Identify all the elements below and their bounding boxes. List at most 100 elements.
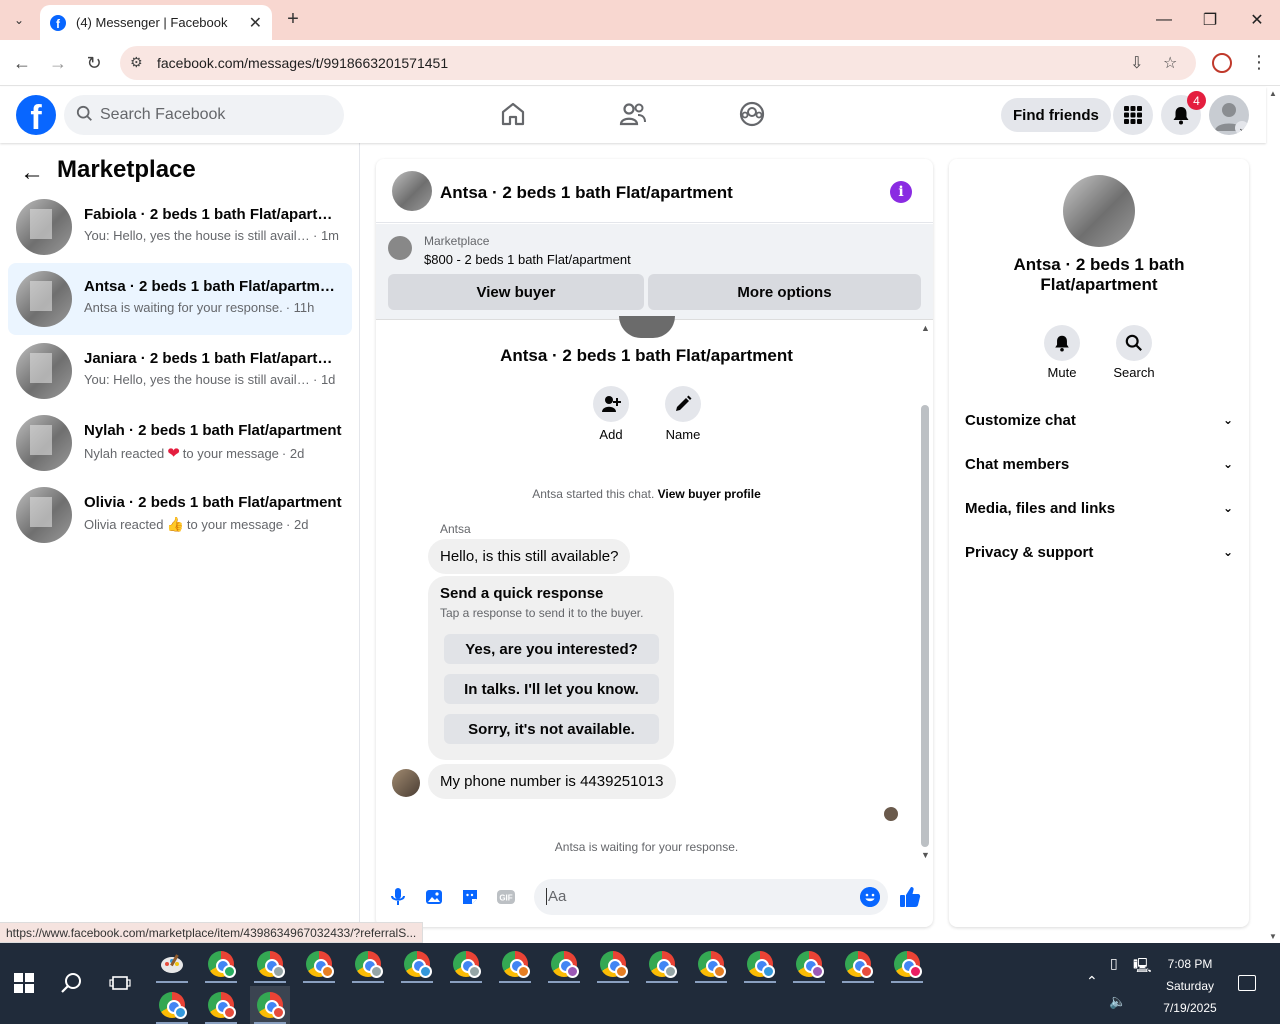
taskbar-app-chrome[interactable] — [397, 945, 437, 983]
taskbar-app-chrome[interactable] — [348, 945, 388, 983]
chat-header-avatar[interactable] — [392, 171, 432, 211]
media-files-links-row[interactable]: Media, files and links ⌄ — [965, 488, 1233, 528]
facebook-search-input[interactable]: Search Facebook — [64, 95, 344, 135]
sticker-icon[interactable] — [460, 887, 480, 907]
sidebar-title: Marketplace — [57, 156, 196, 183]
mute-button[interactable] — [1044, 325, 1080, 361]
browser-profile-icon[interactable] — [1212, 53, 1232, 73]
emoji-icon[interactable] — [860, 887, 880, 907]
tab-close-icon[interactable]: ✕ — [249, 13, 262, 33]
more-options-button[interactable]: More options — [648, 274, 921, 310]
scroll-up-icon[interactable]: ▲ — [1269, 89, 1277, 98]
taskbar-app-chrome[interactable] — [299, 945, 339, 983]
chat-header: Antsa · 2 beds 1 bath Flat/apartment i — [376, 159, 933, 223]
back-arrow-icon[interactable]: ← — [20, 159, 44, 187]
conversation-item-janiara[interactable]: Janiara · 2 beds 1 bath Flat/apartm... Y… — [8, 335, 352, 407]
taskbar-app-chrome[interactable] — [642, 945, 682, 983]
gif-icon[interactable]: GIF — [496, 887, 516, 907]
bookmark-star-icon[interactable]: ☆ — [1163, 53, 1177, 73]
network-icon[interactable]: 🖳 — [1133, 955, 1152, 979]
scroll-down-icon[interactable]: ▼ — [921, 850, 930, 860]
browser-menu-icon[interactable]: ⋮ — [1250, 52, 1268, 73]
like-thumbs-up-icon[interactable] — [898, 885, 922, 909]
scrollbar-thumb[interactable] — [921, 405, 929, 847]
taskbar-app-chrome[interactable] — [740, 945, 780, 983]
chat-scrollbar[interactable]: ▲ ▼ — [917, 320, 933, 860]
tray-device-icon[interactable]: ▯ — [1110, 955, 1118, 972]
name-button[interactable] — [665, 386, 701, 422]
action-center-icon[interactable] — [1238, 975, 1256, 991]
chat-members-row[interactable]: Chat members ⌄ — [965, 444, 1233, 484]
forward-icon[interactable]: → — [46, 51, 70, 75]
search-conversation-button[interactable] — [1116, 325, 1152, 361]
taskbar-app-chrome[interactable] — [544, 945, 584, 983]
chat-header-title[interactable]: Antsa · 2 beds 1 bath Flat/apartment — [440, 183, 733, 203]
taskbar-app-paint[interactable] — [152, 945, 192, 983]
new-tab-icon[interactable]: + — [282, 8, 304, 30]
conversation-item-fabiola[interactable]: Fabiola · 2 beds 1 bath Flat/apartm... Y… — [8, 191, 352, 263]
info-icon[interactable]: i — [890, 181, 912, 203]
system-clock[interactable]: 7:08 PM Saturday 7/19/2025 — [1150, 953, 1230, 1019]
scroll-up-icon[interactable]: ▲ — [921, 323, 930, 333]
taskbar-app-chrome-active[interactable] — [250, 986, 290, 1024]
page-scrollbar[interactable]: ▲ ▼ — [1266, 87, 1280, 943]
taskbar-app-chrome[interactable] — [446, 945, 486, 983]
view-buyer-button[interactable]: View buyer — [388, 274, 644, 310]
profile-badge-icon — [517, 965, 530, 978]
facebook-logo-icon[interactable]: f — [16, 95, 56, 135]
friends-icon[interactable] — [618, 99, 648, 129]
address-bar[interactable]: ⚙ facebook.com/messages/t/99186632015714… — [120, 46, 1196, 80]
quick-response-button[interactable]: Yes, are you interested? — [444, 634, 659, 664]
account-avatar[interactable]: ⌄ — [1209, 95, 1249, 135]
minimize-icon[interactable]: — — [1152, 8, 1176, 32]
snippet-text: You: Hello, yes the house is still avail… — [84, 228, 310, 243]
privacy-support-row[interactable]: Privacy & support ⌄ — [965, 532, 1233, 572]
customize-chat-row[interactable]: Customize chat ⌄ — [965, 400, 1233, 440]
taskbar-app-chrome[interactable] — [838, 945, 878, 983]
taskbar-app-chrome[interactable] — [495, 945, 535, 983]
site-settings-icon[interactable]: ⚙ — [130, 54, 143, 71]
listing-title[interactable]: $800 - 2 beds 1 bath Flat/apartment — [424, 252, 631, 267]
app-running-indicator — [254, 981, 286, 983]
taskbar-app-chrome[interactable] — [201, 945, 241, 983]
close-window-icon[interactable]: ✕ — [1245, 8, 1269, 32]
reload-icon[interactable]: ↻ — [82, 51, 106, 75]
profile-badge-icon — [566, 965, 579, 978]
tray-overflow-chevron-icon[interactable]: ⌃ — [1086, 973, 1098, 990]
install-app-icon[interactable]: ⇩ — [1130, 53, 1143, 73]
quick-response-button[interactable]: Sorry, it's not available. — [444, 714, 659, 744]
taskbar-app-chrome[interactable] — [789, 945, 829, 983]
listing-thumbnail[interactable] — [388, 236, 412, 260]
taskbar-app-chrome[interactable] — [887, 945, 927, 983]
taskbar-search-icon[interactable] — [60, 971, 84, 995]
taskbar-app-chrome[interactable] — [593, 945, 633, 983]
tab-search-dropdown-icon[interactable]: ⌄ — [8, 9, 30, 31]
taskbar-app-chrome[interactable] — [201, 986, 241, 1024]
home-icon[interactable] — [498, 99, 528, 129]
find-friends-button[interactable]: Find friends — [1001, 98, 1111, 132]
add-button[interactable] — [593, 386, 629, 422]
address-url[interactable]: facebook.com/messages/t/9918663201571451 — [157, 55, 448, 71]
conversation-item-olivia[interactable]: Olivia · 2 beds 1 bath Flat/apartment Ol… — [8, 479, 352, 551]
restore-icon[interactable]: ❐ — [1198, 8, 1222, 32]
back-icon[interactable]: ← — [10, 51, 34, 75]
groups-icon[interactable] — [737, 99, 767, 129]
taskbar-app-chrome[interactable] — [691, 945, 731, 983]
message-input[interactable]: Aa — [534, 879, 888, 915]
scroll-down-icon[interactable]: ▼ — [1269, 932, 1277, 941]
menu-grid-button[interactable] — [1113, 95, 1153, 135]
taskbar-app-chrome[interactable] — [152, 986, 192, 1024]
browser-tab-messenger[interactable]: f (4) Messenger | Facebook ✕ — [40, 5, 272, 40]
windows-start-icon[interactable] — [14, 973, 34, 993]
task-view-icon[interactable] — [108, 971, 132, 995]
taskbar-app-chrome[interactable] — [250, 945, 290, 983]
conversation-item-antsa[interactable]: Antsa · 2 beds 1 bath Flat/apartment Ant… — [8, 263, 352, 335]
quick-response-button[interactable]: In talks. I'll let you know. — [444, 674, 659, 704]
view-buyer-profile-link[interactable]: View buyer profile — [658, 487, 761, 501]
microphone-icon[interactable] — [388, 887, 408, 907]
photo-icon[interactable] — [424, 887, 444, 907]
conversation-item-nylah[interactable]: Nylah · 2 beds 1 bath Flat/apartment Nyl… — [8, 407, 352, 479]
volume-icon[interactable]: 🔈 — [1109, 993, 1126, 1010]
contact-avatar[interactable] — [1063, 175, 1135, 247]
sender-avatar[interactable] — [392, 769, 420, 797]
